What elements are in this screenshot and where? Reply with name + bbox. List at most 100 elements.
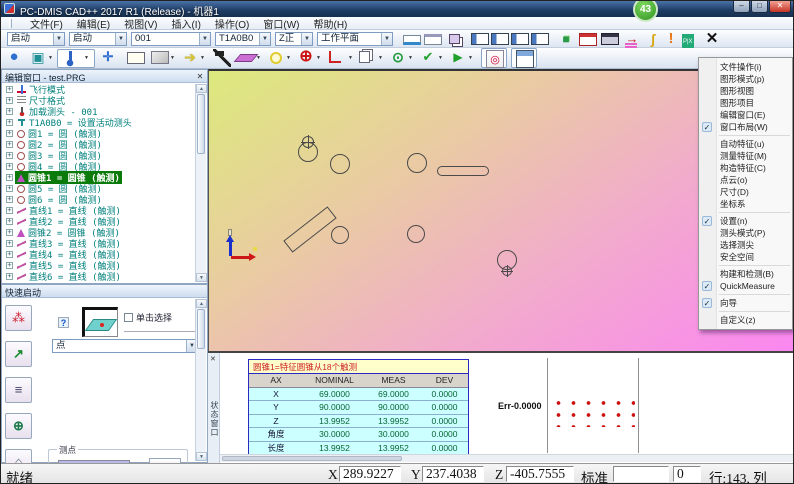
- hammer-tool-icon[interactable]: [213, 49, 231, 67]
- cad-circle[interactable]: [298, 142, 318, 162]
- cad-rectangle[interactable]: [283, 206, 336, 252]
- export-excel-icon[interactable]: [681, 31, 699, 49]
- menu-item[interactable]: 自动特征(u): [699, 138, 792, 150]
- report-window-icon[interactable]: [511, 33, 529, 45]
- chevron-down-icon[interactable]: [199, 33, 210, 45]
- scroll-down-icon[interactable]: ▼: [196, 273, 207, 282]
- quick-start-scrollbar[interactable]: ▲ ▼: [195, 299, 206, 461]
- cad-circle-marker[interactable]: [502, 266, 512, 276]
- expand-icon[interactable]: [6, 262, 13, 269]
- minimized-window-icon[interactable]: [403, 35, 421, 45]
- checkmark-icon[interactable]: [419, 49, 437, 67]
- expand-icon[interactable]: [6, 130, 13, 137]
- expand-icon[interactable]: [6, 273, 13, 280]
- qs-alignment-button[interactable]: [5, 341, 32, 367]
- view-cube-icon[interactable]: [29, 49, 47, 67]
- mode-combobox[interactable]: 启动: [69, 32, 127, 46]
- menu-item[interactable]: 构造特征(C): [699, 162, 792, 174]
- menu-item-checked[interactable]: 向导: [699, 297, 792, 309]
- menu-item[interactable]: 点云(o): [699, 174, 792, 186]
- scroll-up-icon[interactable]: ▲: [196, 299, 207, 308]
- menu-item[interactable]: 选择测尖: [699, 239, 792, 251]
- expand-icon[interactable]: [6, 251, 13, 258]
- cad-circle[interactable]: [407, 153, 427, 173]
- menu-item-checked[interactable]: 窗口布局(W): [699, 121, 792, 133]
- pan-arrows-icon[interactable]: [99, 49, 117, 67]
- target-feature-icon[interactable]: [297, 49, 315, 67]
- qs-probe-button[interactable]: [5, 305, 32, 331]
- cad-circle[interactable]: [331, 226, 349, 244]
- dropdown-caret-icon[interactable]: [407, 49, 414, 67]
- help-icon[interactable]: ?: [58, 317, 69, 328]
- copy-pages-icon[interactable]: [359, 51, 370, 63]
- expand-icon[interactable]: [6, 218, 13, 225]
- scroll-down-icon[interactable]: ▼: [196, 452, 207, 461]
- edit-layout-toggle[interactable]: [481, 48, 507, 68]
- view-combobox[interactable]: 工作平面: [317, 32, 393, 46]
- alignment-combobox[interactable]: 启动: [7, 32, 65, 46]
- probe-person-icon[interactable]: [389, 49, 407, 67]
- workplane-combobox[interactable]: Z正: [275, 32, 313, 46]
- qs-target-button[interactable]: [5, 413, 32, 439]
- edit-window-header[interactable]: 编辑窗口 - test.PRG: [2, 70, 207, 83]
- feature-type-combobox[interactable]: 点: [52, 339, 198, 353]
- probe-path-icon[interactable]: [644, 31, 662, 49]
- expand-icon[interactable]: [6, 152, 13, 159]
- dropdown-caret-icon[interactable]: [47, 49, 54, 67]
- menu-insert[interactable]: 插入(I): [171, 16, 200, 31]
- chevron-down-icon[interactable]: [259, 33, 270, 45]
- menu-operation[interactable]: 操作(O): [215, 16, 249, 31]
- menu-item[interactable]: 构建和检测(B): [699, 268, 792, 280]
- scrollbar-thumb[interactable]: [197, 309, 205, 349]
- menu-item[interactable]: 测头模式(P): [699, 227, 792, 239]
- report-hscrollbar[interactable]: [220, 454, 793, 462]
- dropdown-caret-icon[interactable]: [377, 49, 384, 67]
- tree-item[interactable]: 直线6 = 直线 (触测): [3, 271, 195, 282]
- dropdown-caret-icon[interactable]: [347, 49, 354, 67]
- menu-item[interactable]: 测量特征(M): [699, 150, 792, 162]
- dropdown-caret-icon[interactable]: [83, 49, 90, 67]
- active-tip-combobox[interactable]: T1A0B0: [215, 32, 271, 46]
- breakpoint-icon[interactable]: [662, 31, 680, 49]
- window-outline-icon[interactable]: [424, 34, 442, 45]
- dropdown-caret-icon[interactable]: [169, 49, 176, 67]
- qs-dimension-button[interactable]: [5, 377, 32, 403]
- clipboard-icon[interactable]: [579, 33, 597, 46]
- toolbar-grip[interactable]: [9, 19, 12, 28]
- scroll-up-icon[interactable]: ▲: [196, 84, 207, 93]
- expand-icon[interactable]: [6, 86, 13, 93]
- dropdown-caret-icon[interactable]: [285, 49, 292, 67]
- chevron-down-icon[interactable]: [115, 33, 126, 45]
- cad-circle[interactable]: [407, 225, 425, 243]
- close-icon[interactable]: [210, 355, 216, 363]
- click-select-checkbox[interactable]: 单击选择: [124, 311, 172, 324]
- chevron-down-icon[interactable]: [301, 33, 312, 45]
- close-icon[interactable]: [195, 72, 205, 82]
- report-layout-toggle[interactable]: [511, 48, 537, 68]
- sphere-mode-icon[interactable]: [5, 49, 23, 67]
- report-template-icon[interactable]: [601, 33, 619, 45]
- expand-icon[interactable]: [6, 141, 13, 148]
- execute-arrow-icon[interactable]: [623, 31, 641, 49]
- expand-icon[interactable]: [6, 97, 13, 104]
- title-bar[interactable]: PC-DMIS CAD++ 2017 R1 (Release) - 机器1: [1, 1, 794, 17]
- cad-circle[interactable]: [330, 154, 350, 174]
- menu-view[interactable]: 视图(V): [124, 16, 157, 31]
- dropdown-caret-icon[interactable]: [255, 49, 262, 67]
- menu-window[interactable]: 窗口(W): [263, 16, 299, 31]
- probe-file-combobox[interactable]: 001: [131, 32, 211, 46]
- report-window-icon[interactable]: [531, 33, 549, 45]
- menu-item[interactable]: 尺寸(D): [699, 186, 792, 198]
- expand-icon[interactable]: [6, 207, 13, 214]
- minimize-button[interactable]: –: [733, 1, 750, 13]
- expand-icon[interactable]: [6, 185, 13, 192]
- flow-arrow-icon[interactable]: [181, 49, 199, 67]
- cad-slot[interactable]: [437, 166, 489, 176]
- expand-icon[interactable]: [6, 196, 13, 203]
- tree-scrollbar[interactable]: ▲ ▼: [195, 84, 206, 282]
- machine-icon[interactable]: [557, 31, 575, 49]
- menu-item[interactable]: 图形模式(p): [699, 73, 792, 85]
- dropdown-caret-icon[interactable]: [467, 49, 474, 67]
- dropdown-caret-icon[interactable]: [315, 49, 322, 67]
- dropdown-caret-icon[interactable]: [437, 49, 444, 67]
